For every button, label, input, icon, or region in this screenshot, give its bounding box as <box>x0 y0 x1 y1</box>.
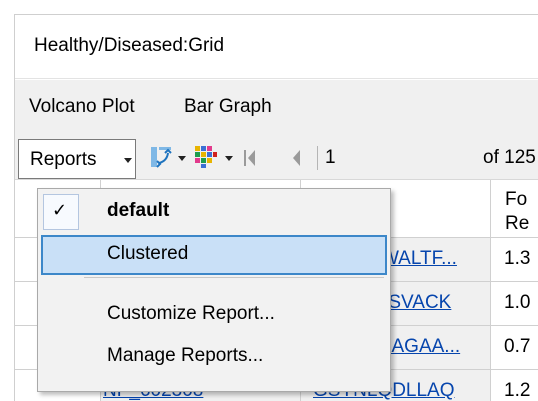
grid-header-fold-change-label: Fo Re <box>505 189 530 234</box>
toolbar-separator <box>317 146 318 170</box>
reports-dropdown-button[interactable]: Reports <box>18 139 136 179</box>
grid-toolbar: Reports 1 of 125 <box>15 136 538 180</box>
chevron-down-icon <box>124 158 132 163</box>
chevron-down-icon[interactable] <box>178 156 186 161</box>
report-option-clustered[interactable]: Clustered <box>41 235 387 275</box>
fold-change-cell: 1.2 <box>491 370 538 401</box>
reports-dropdown-menu: ✓ default Clustered Customize Report... … <box>37 188 391 392</box>
column-chooser-icon[interactable] <box>149 145 173 169</box>
checkmark-icon: ✓ <box>52 200 68 220</box>
menu-volcano-plot[interactable]: Volcano Plot <box>29 96 135 118</box>
grid-header-fold-change[interactable]: Fo Re <box>491 180 538 238</box>
fold-change-cell: 1.3 <box>491 238 538 282</box>
menu-item-label: Customize Report... <box>107 303 275 324</box>
page-number-input[interactable] <box>321 141 441 175</box>
report-option-default[interactable]: ✓ default <box>41 192 387 232</box>
fold-change-cell: 0.7 <box>491 326 538 370</box>
menu-bar-graph[interactable]: Bar Graph <box>184 96 272 118</box>
checkmark-box: ✓ <box>43 194 79 230</box>
customize-report-item[interactable]: Customize Report... <box>41 295 387 335</box>
menu-bar: Volcano Plot Bar Graph <box>15 80 538 136</box>
menu-separator <box>84 277 384 278</box>
reports-label: Reports <box>30 149 97 170</box>
window-title: Healthy/Diseased:Grid <box>34 35 225 56</box>
menu-item-label: Manage Reports... <box>107 345 264 366</box>
chevron-down-icon[interactable] <box>225 156 233 161</box>
heatmap-icon[interactable] <box>194 145 218 169</box>
first-page-icon[interactable] <box>243 147 257 169</box>
report-option-label: default <box>107 200 170 221</box>
manage-reports-item[interactable]: Manage Reports... <box>41 337 387 377</box>
previous-page-icon[interactable] <box>290 147 302 169</box>
report-option-label: Clustered <box>107 243 189 264</box>
grid-window: Healthy/Diseased:Grid Volcano Plot Bar G… <box>14 14 538 401</box>
title-bar: Healthy/Diseased:Grid <box>15 15 538 79</box>
fold-change-cell: 1.0 <box>491 282 538 326</box>
page-count-label: of 125 <box>483 147 536 168</box>
